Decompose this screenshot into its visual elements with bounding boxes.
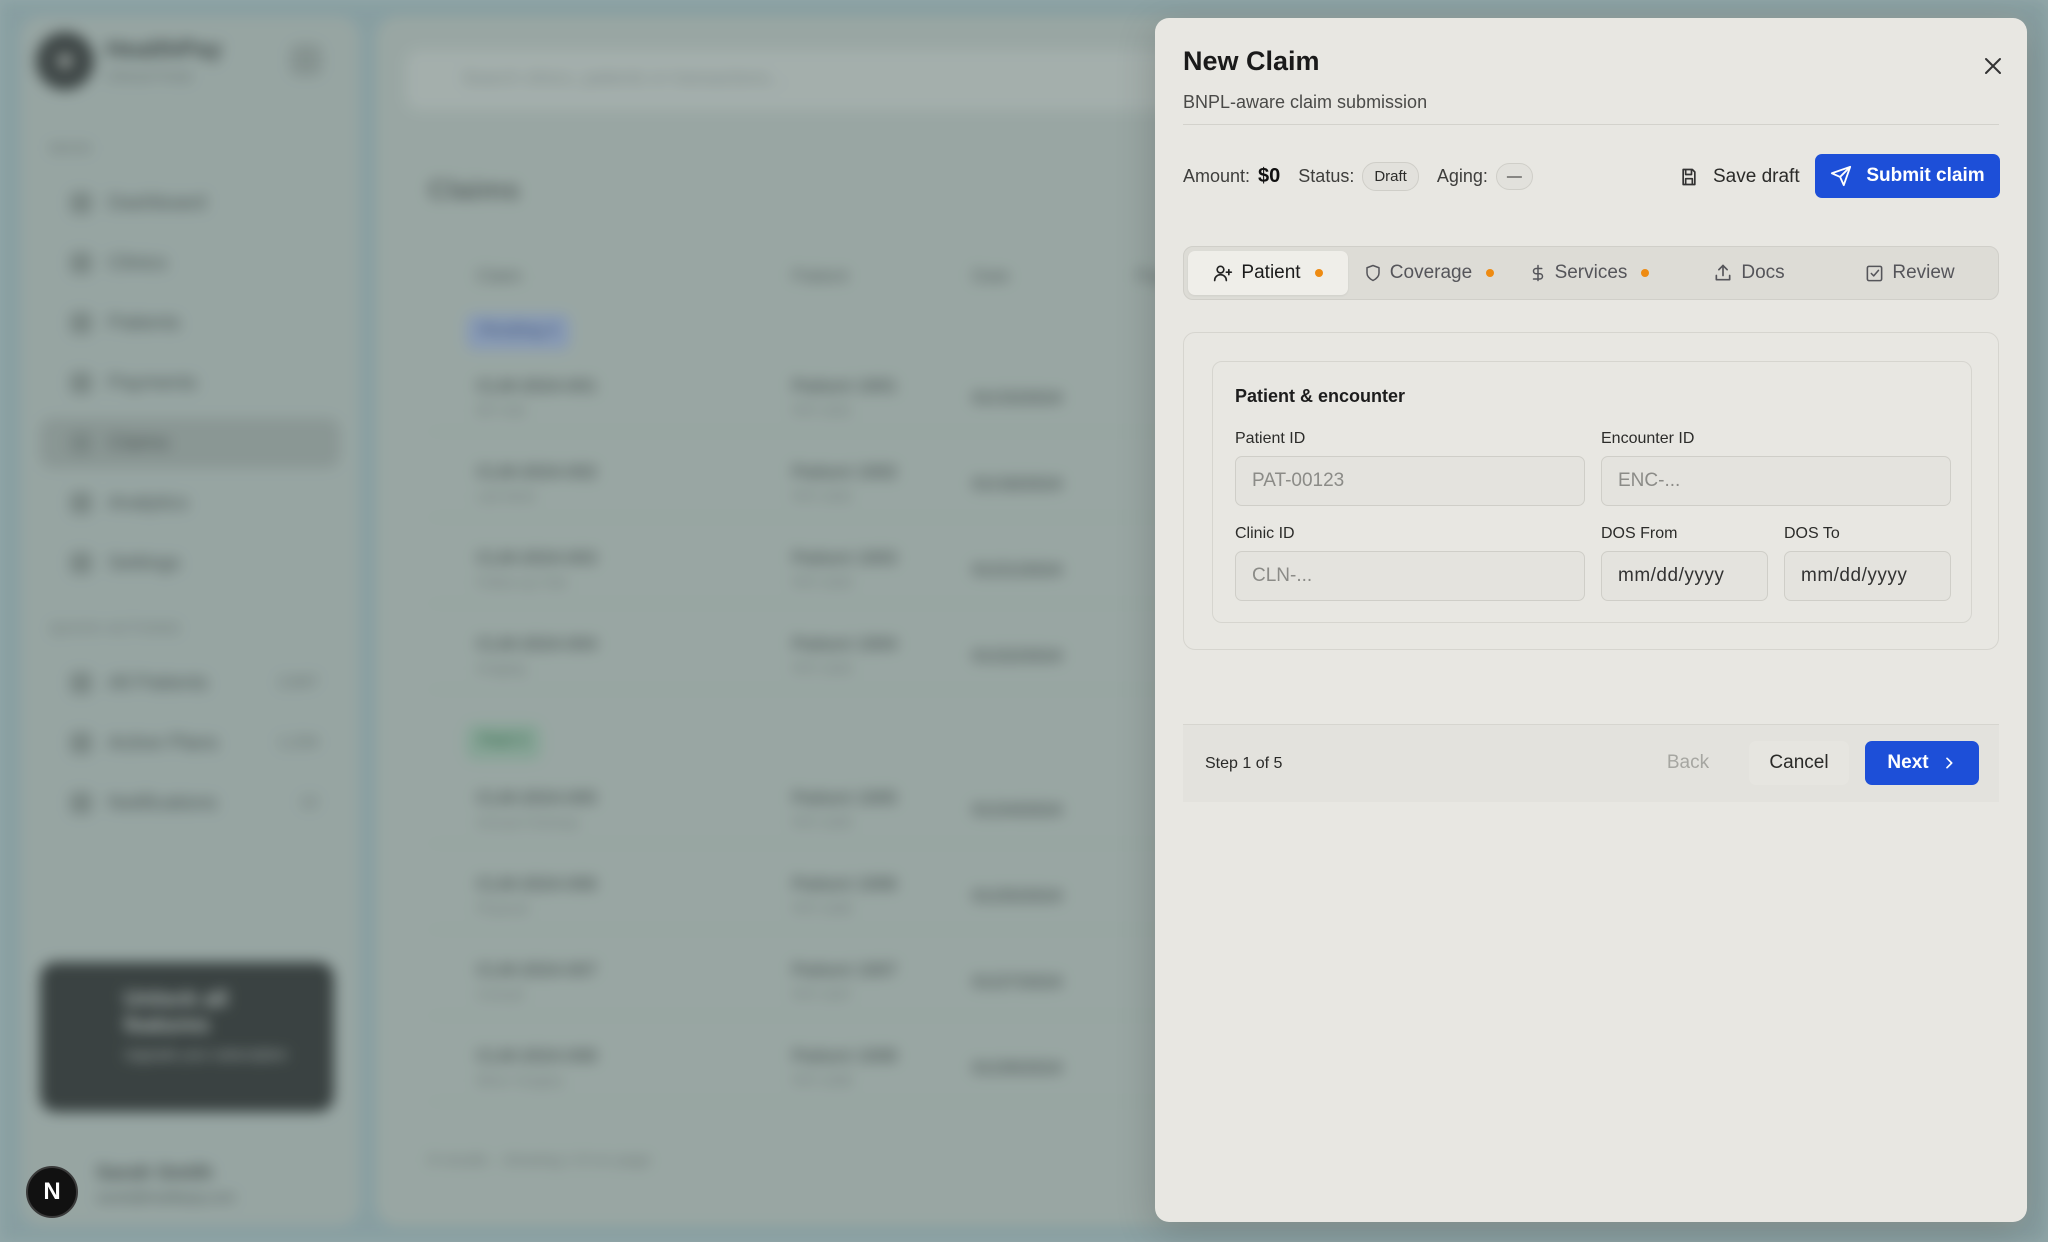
check-square-icon [1866, 265, 1883, 281]
user-plus-icon [1214, 265, 1233, 282]
chevron-right-icon [1945, 757, 1953, 769]
dos-from-input[interactable]: mm/dd/yyyy [1601, 551, 1768, 601]
tab-patient[interactable]: Patient [1188, 251, 1348, 295]
status-label: Status: [1298, 165, 1355, 186]
tab-label: Services [1554, 262, 1628, 283]
clinic-id-input[interactable] [1235, 551, 1585, 601]
dos-to-input[interactable]: mm/dd/yyyy [1784, 551, 1951, 601]
encounter-id-label: Encounter ID [1601, 430, 1695, 447]
patient-id-input[interactable] [1235, 456, 1585, 506]
aging-label: Aging: [1436, 165, 1488, 186]
tab-services[interactable]: Services [1510, 251, 1668, 295]
dollar-icon [1532, 264, 1543, 282]
claim-meta-bar: Amount: $0 Status: Draft Aging: — Save d… [1183, 154, 2000, 198]
dos-from-label: DOS From [1601, 525, 1678, 542]
next-label: Next [1887, 752, 1929, 773]
new-claim-dialog: New Claim BNPL-aware claim submission Am… [1155, 18, 2027, 1222]
amount-value: $0 [1258, 164, 1281, 187]
dialog-subtitle: BNPL-aware claim submission [1183, 92, 1428, 112]
pending-dot [1314, 269, 1323, 277]
encounter-id-input[interactable] [1601, 456, 1951, 506]
divider [1183, 124, 1999, 125]
tab-label: Docs [1741, 262, 1785, 283]
tab-label: Coverage [1389, 262, 1473, 283]
section-title: Patient & encounter [1235, 386, 1406, 406]
tab-docs[interactable]: Docs [1670, 251, 1828, 295]
close-button[interactable] [1975, 48, 2011, 84]
tab-label: Patient [1241, 262, 1301, 283]
pending-dot [1486, 269, 1495, 277]
upload-icon [1715, 264, 1731, 281]
cancel-button[interactable]: Cancel [1749, 741, 1849, 785]
save-icon [1682, 168, 1696, 186]
back-button[interactable]: Back [1647, 741, 1729, 785]
patient-encounter-section: Patient & encounter Patient ID Encounter… [1212, 361, 1972, 623]
next-button[interactable]: Next [1865, 741, 1979, 785]
tab-coverage[interactable]: Coverage [1350, 251, 1508, 295]
save-draft-label: Save draft [1713, 166, 1800, 187]
claim-step-tabs: Patient Coverage Services Docs Review [1183, 246, 1999, 300]
wizard-footer: Step 1 of 5 Back Cancel Next [1183, 724, 1999, 802]
aging-badge: — [1495, 162, 1533, 190]
amount-label: Amount: [1183, 165, 1251, 186]
send-icon [1831, 165, 1852, 187]
submit-claim-button[interactable]: Submit claim [1815, 154, 2000, 198]
patient-id-label: Patient ID [1235, 430, 1306, 447]
tab-review[interactable]: Review [1830, 251, 1990, 295]
tab-label: Review [1892, 262, 1955, 283]
step-content-card: Patient & encounter Patient ID Encounter… [1183, 332, 1999, 650]
save-draft-button[interactable]: Save draft [1665, 156, 1814, 198]
status-badge: Draft [1362, 161, 1419, 191]
dialog-title: New Claim [1183, 46, 1320, 76]
x-icon [1985, 58, 2001, 74]
shield-icon [1366, 264, 1380, 282]
step-indicator: Step 1 of 5 [1205, 755, 1283, 772]
dos-to-label: DOS To [1784, 525, 1840, 542]
pending-dot [1641, 269, 1650, 277]
dev-tools-badge[interactable]: N [26, 1166, 78, 1218]
clinic-id-label: Clinic ID [1235, 525, 1295, 542]
submit-claim-label: Submit claim [1866, 165, 1985, 186]
